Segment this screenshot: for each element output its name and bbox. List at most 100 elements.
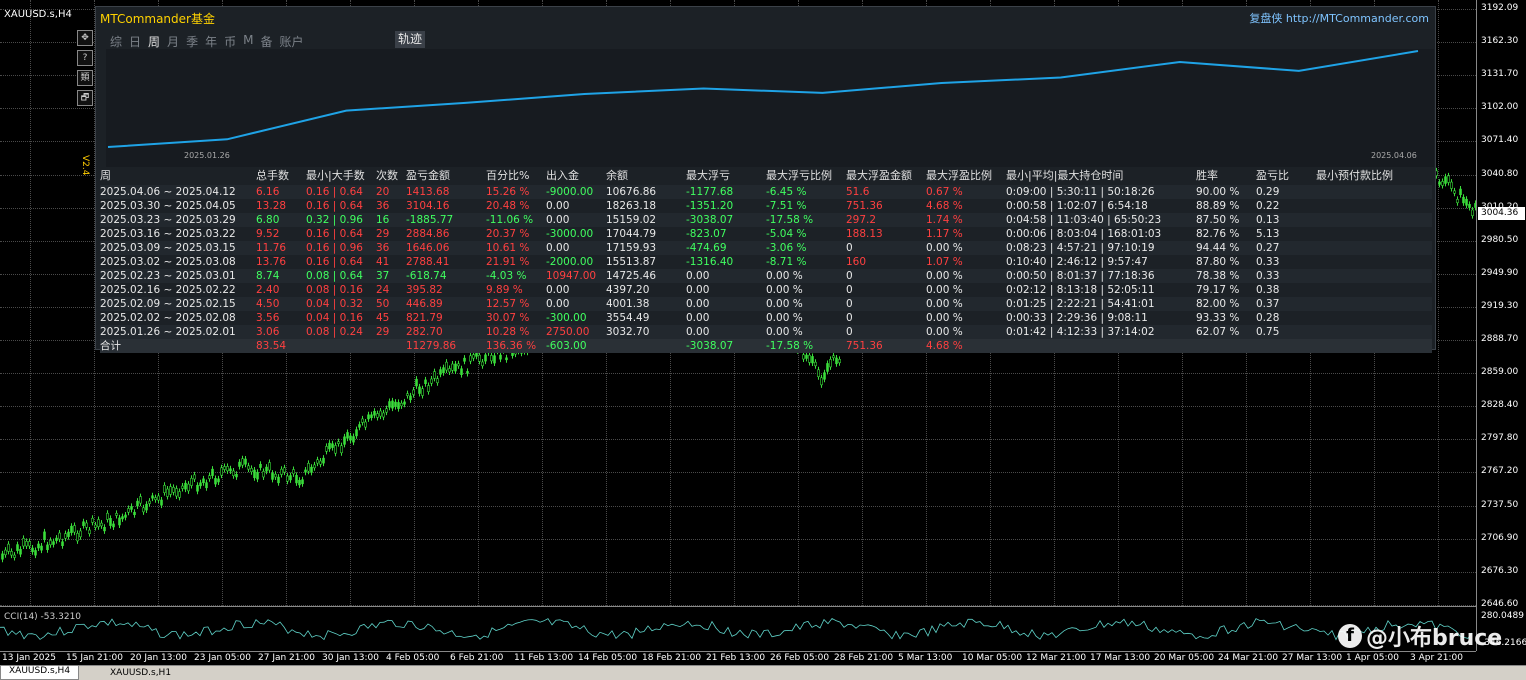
panel-link[interactable]: 复盘侠 http://MTCommander.com <box>1249 10 1429 26</box>
candle-body <box>820 377 823 386</box>
column-header[interactable]: 最大浮亏 <box>686 167 730 183</box>
table-row[interactable]: 2025.03.23 ~ 2025.03.29 6.80 0.32 | 0.96 16… <box>100 213 1432 227</box>
column-header[interactable]: 最大浮亏比例 <box>766 167 832 183</box>
time-tick: 24 Mar 21:00 <box>1218 653 1279 663</box>
column-header[interactable]: 最大浮盈金额 <box>846 167 912 183</box>
candle-body <box>373 410 376 416</box>
tab-year[interactable]: 年 <box>205 33 217 50</box>
column-header[interactable]: 最小|平均|最大持仓时间 <box>1006 167 1123 183</box>
column-header[interactable]: 盈亏金额 <box>406 167 450 183</box>
table-cell: 0 <box>846 326 853 338</box>
table-row[interactable]: 2025.04.06 ~ 2025.04.12 6.16 0.16 | 0.64 20… <box>100 185 1432 199</box>
table-row[interactable]: 2025.02.02 ~ 2025.02.08 3.56 0.04 | 0.16 45… <box>100 311 1432 325</box>
tab-m[interactable]: M <box>243 33 253 50</box>
column-header[interactable]: 周 <box>100 167 111 183</box>
candle-body <box>829 359 832 368</box>
table-cell: 0:10:40 | 2:46:12 | 9:57:47 <box>1006 256 1148 268</box>
candle-body <box>418 386 421 394</box>
tab-month[interactable]: 月 <box>167 33 179 50</box>
help-icon[interactable]: ? <box>77 50 93 66</box>
candle-body <box>808 354 811 363</box>
table-cell: 6.80 <box>256 214 280 226</box>
candle-body <box>1450 181 1453 189</box>
price-tick: 2797.80 <box>1481 433 1519 444</box>
time-axis[interactable]: 13 Jan 2025 15 Jan 21:00 20 Jan 13:00 23 Ja… <box>0 651 1476 666</box>
table-row[interactable]: 2025.01.26 ~ 2025.02.01 3.06 0.08 | 0.24 29… <box>100 325 1432 339</box>
table-cell: 0.00 % <box>766 312 803 324</box>
column-header[interactable]: 总手数 <box>256 167 289 183</box>
link-url[interactable]: http://MTCommander.com <box>1286 12 1429 25</box>
table-row[interactable]: 2025.02.09 ~ 2025.02.15 4.50 0.04 | 0.32 50… <box>100 297 1432 311</box>
column-header[interactable]: 最小|大手数 <box>306 167 365 183</box>
link-prefix[interactable]: 复盘侠 <box>1249 12 1282 25</box>
total-row[interactable]: 合计 83.54 11279.86 136.36 % -603.00 -3038.07 -1… <box>100 339 1432 353</box>
tab-week[interactable]: 周 <box>148 33 160 50</box>
price-tick: 3192.09 <box>1481 3 1519 13</box>
tab-summary[interactable]: 综 <box>110 33 122 50</box>
table-cell: 0:02:12 | 8:13:18 | 52:05:11 <box>1006 284 1155 296</box>
candle-body <box>208 475 211 480</box>
tab-account[interactable]: 账户 <box>279 33 303 50</box>
tab-day[interactable]: 日 <box>129 33 141 50</box>
candle-body <box>37 543 40 549</box>
candle-body <box>82 521 85 526</box>
table-cell: -17.58 % <box>766 214 814 226</box>
candle-body <box>325 446 328 452</box>
table-row[interactable]: 2025.03.02 ~ 2025.03.08 13.76 0.16 | 0.64 4… <box>100 255 1432 269</box>
crosshair-icon[interactable]: ✥ <box>77 30 93 46</box>
price-tick: 2828.40 <box>1481 400 1519 411</box>
column-header[interactable]: 盈亏比 <box>1256 167 1289 183</box>
table-row[interactable]: 2025.02.16 ~ 2025.02.22 2.40 0.08 | 0.16 24… <box>100 283 1432 297</box>
candle-body <box>61 541 64 547</box>
candle-body <box>355 429 358 437</box>
candle-body <box>163 484 166 493</box>
candle-body <box>277 476 280 484</box>
table-cell: 0.08 | 0.64 <box>306 270 363 282</box>
candle-body <box>127 508 130 513</box>
column-header[interactable]: 出入金 <box>546 167 579 183</box>
cci-indicator-panel[interactable]: CCI(14) -53.3210 <box>0 606 1476 651</box>
tab-quarter[interactable]: 季 <box>186 33 198 50</box>
table-row[interactable]: 2025.03.09 ~ 2025.03.15 11.76 0.16 | 0.96 3… <box>100 241 1432 255</box>
column-header[interactable]: 胜率 <box>1196 167 1218 183</box>
table-cell: 10.28 % <box>486 326 530 338</box>
table-row[interactable]: 2025.03.30 ~ 2025.04.05 13.28 0.16 | 0.64 3… <box>100 199 1432 213</box>
total-cell: -603.00 <box>546 340 587 352</box>
candle-body <box>1453 190 1456 194</box>
panel-title: MTCommander基金 <box>100 12 215 26</box>
tab-backup[interactable]: 备 <box>260 33 272 50</box>
table-cell: 4.50 <box>256 298 280 310</box>
table-cell: 9.89 % <box>486 284 523 296</box>
candle-body <box>103 526 106 532</box>
table-row[interactable]: 2025.03.16 ~ 2025.03.22 9.52 0.16 | 0.64 29… <box>100 227 1432 241</box>
table-row[interactable]: 2025.02.23 ~ 2025.03.01 8.74 0.08 | 0.64 37… <box>100 269 1432 283</box>
column-header[interactable]: 次数 <box>376 167 398 183</box>
column-header[interactable]: 最小预付款比例 <box>1316 167 1393 183</box>
price-tick: 3040.80 <box>1481 168 1519 179</box>
tab-xauusd-h4[interactable]: XAUUSD.s,H4 <box>0 666 80 680</box>
tab-xauusd-h1[interactable]: XAUUSD.s,H1 <box>102 668 179 678</box>
candle-body <box>343 436 346 445</box>
table-cell: 93.33 % <box>1196 312 1240 324</box>
table-cell: 0.33 <box>1256 270 1280 282</box>
trajectory-button[interactable]: 轨迹 <box>395 31 425 48</box>
table-cell: 1.07 % <box>926 256 963 268</box>
candle-body <box>139 496 142 504</box>
total-cell: -17.58 % <box>766 340 814 352</box>
column-header[interactable]: 最大浮盈比例 <box>926 167 992 183</box>
candle-body <box>1444 176 1447 184</box>
restore-icon[interactable]: 🗗 <box>77 90 93 106</box>
table-cell: 0:00:06 | 8:03:04 | 168:01:03 <box>1006 228 1162 240</box>
time-tick: 23 Jan 05:00 <box>194 653 251 663</box>
category-icon[interactable]: 類 <box>77 70 93 86</box>
table-cell: 87.50 % <box>1196 214 1240 226</box>
column-header[interactable]: 余额 <box>606 167 628 183</box>
candle-body <box>826 363 829 372</box>
candle-body <box>112 523 115 528</box>
candle-body <box>421 388 424 396</box>
total-cell: 83.54 <box>256 340 287 352</box>
table-cell: 90.00 % <box>1196 186 1240 198</box>
tab-currency[interactable]: 币 <box>224 33 236 50</box>
column-header[interactable]: 百分比% <box>486 167 529 183</box>
price-axis[interactable]: 3192.09 3162.30 3131.70 3102.00 3071.40 3040.… <box>1476 0 1526 651</box>
